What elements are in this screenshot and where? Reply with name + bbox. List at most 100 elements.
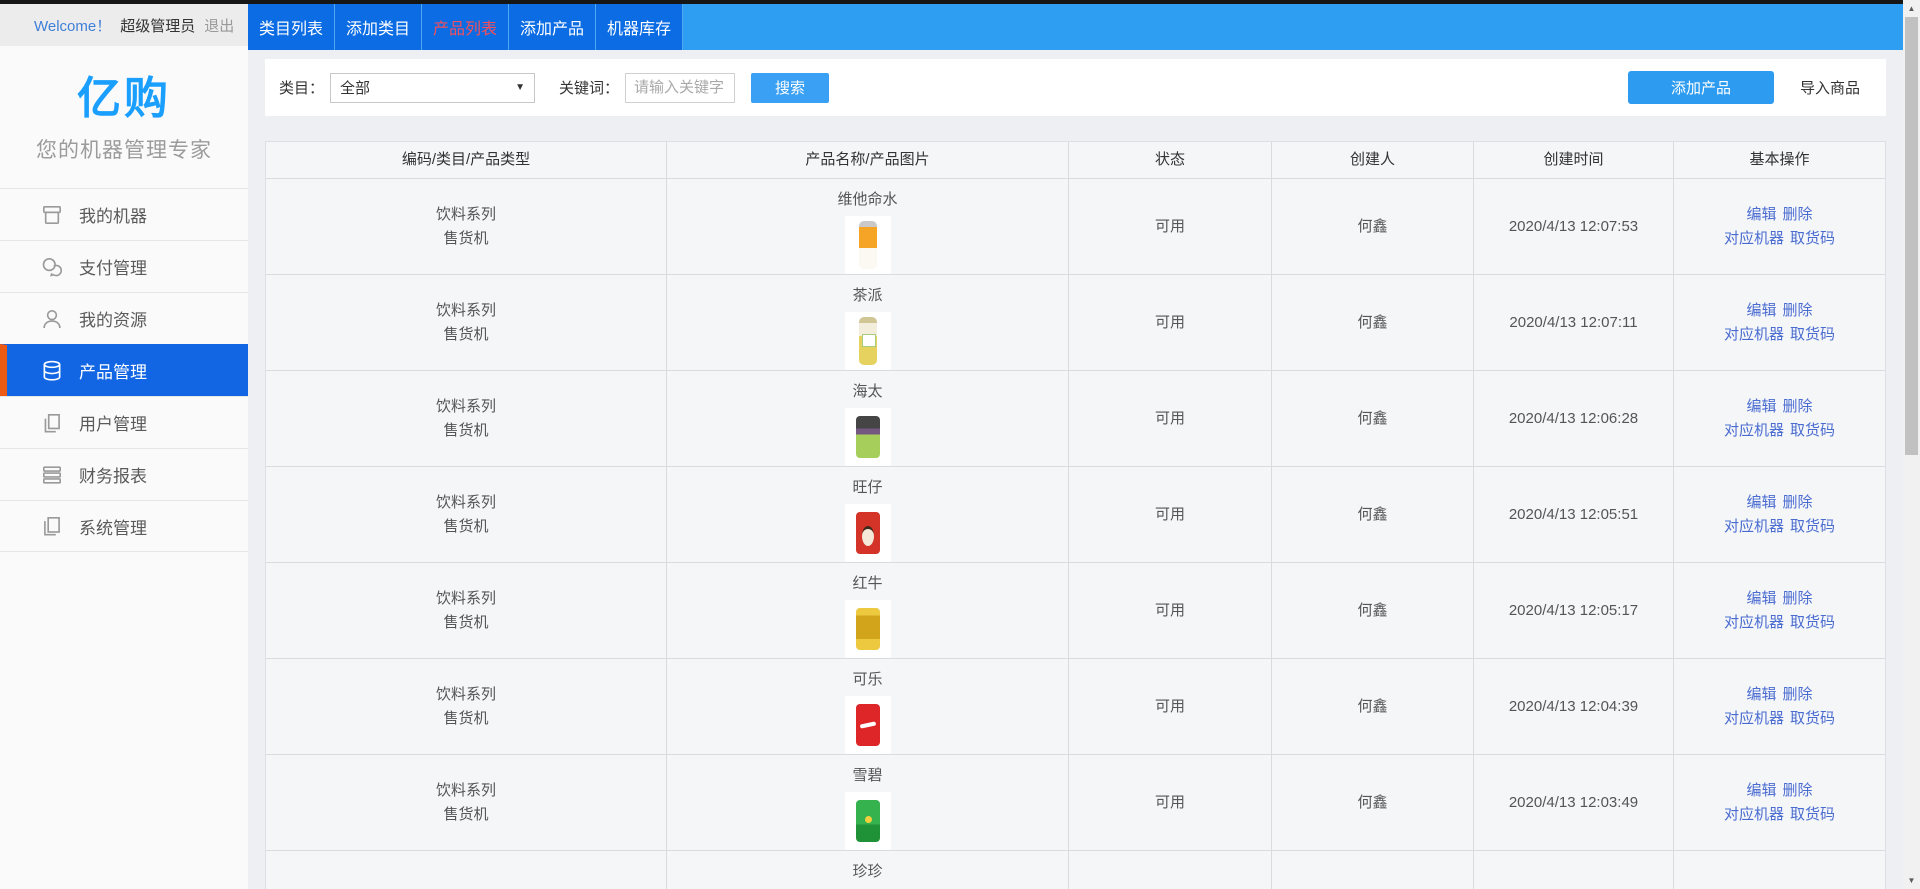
table-row: 饮料系列售货机 红牛 可用 何鑫 2020/4/13 12:05:17 编辑删除… — [266, 563, 1885, 659]
created-cell: 2020/4/13 12:07:53 — [1474, 179, 1674, 275]
sidebar-item-payments[interactable]: 支付管理 — [0, 240, 248, 292]
edit-link[interactable]: 编辑 — [1746, 590, 1776, 607]
row-actions: 编辑删除 对应机器取货码 — [1674, 371, 1885, 467]
search-button[interactable]: 搜索 — [751, 73, 829, 103]
tab-product-list[interactable]: 产品列表 — [422, 4, 509, 50]
creator-cell: 何鑫 — [1272, 659, 1474, 755]
bind-machine-link[interactable]: 对应机器 — [1724, 326, 1784, 343]
pickup-code-link[interactable]: 取货码 — [1790, 518, 1835, 535]
col-header: 创建人 — [1272, 142, 1474, 179]
product-image — [845, 312, 891, 370]
resource-icon — [40, 307, 64, 331]
delete-link[interactable]: 删除 — [1783, 590, 1813, 607]
table-row: 饮料系列售货机 海太 可用 何鑫 2020/4/13 12:06:28 编辑删除… — [266, 371, 1885, 467]
pickup-code-link[interactable]: 取货码 — [1790, 614, 1835, 631]
delete-link[interactable]: 删除 — [1783, 782, 1813, 799]
edit-link[interactable]: 编辑 — [1746, 302, 1776, 319]
app-slogan: 您的机器管理专家 — [0, 134, 248, 164]
app-logo: 亿购 — [0, 62, 248, 126]
edit-link[interactable]: 编辑 — [1746, 206, 1776, 223]
payment-icon — [40, 255, 64, 279]
main-area: 类目列表 添加类目 产品列表 添加产品 机器库存 类目： 全部 ▼ 关键词： 搜… — [248, 4, 1920, 889]
bind-machine-link[interactable]: 对应机器 — [1724, 806, 1784, 823]
category-label: 类目： — [279, 77, 324, 98]
pickup-code-link[interactable]: 取货码 — [1790, 806, 1835, 823]
bind-machine-link[interactable]: 对应机器 — [1724, 614, 1784, 631]
category-select[interactable]: 全部 ▼ — [330, 73, 535, 103]
sidebar-item-my-machines[interactable]: 我的机器 — [0, 188, 248, 240]
brand: 亿购 您的机器管理专家 — [0, 46, 248, 164]
scroll-down-icon[interactable]: ▼ — [1903, 872, 1920, 889]
product-image — [845, 408, 891, 466]
sidebar-item-products[interactable]: 产品管理 — [0, 344, 248, 396]
edit-link[interactable]: 编辑 — [1746, 398, 1776, 415]
delete-link[interactable]: 删除 — [1783, 398, 1813, 415]
table-row: 珍珍 — [266, 851, 1885, 889]
delete-link[interactable]: 删除 — [1783, 302, 1813, 319]
pickup-code-link[interactable]: 取货码 — [1790, 230, 1835, 247]
product-name: 雪碧 — [852, 764, 882, 788]
logout-link[interactable]: 退出 — [204, 15, 234, 36]
edit-link[interactable]: 编辑 — [1746, 494, 1776, 511]
bind-machine-link[interactable]: 对应机器 — [1724, 230, 1784, 247]
delete-link[interactable]: 删除 — [1783, 686, 1813, 703]
pickup-code-link[interactable]: 取货码 — [1790, 422, 1835, 439]
creator-cell: 何鑫 — [1272, 371, 1474, 467]
edit-link[interactable]: 编辑 — [1746, 782, 1776, 799]
col-header: 编码/类目/产品类型 — [266, 142, 667, 179]
product-image — [845, 792, 891, 850]
pickup-code-link[interactable]: 取货码 — [1790, 710, 1835, 727]
sidebar-item-my-resources[interactable]: 我的资源 — [0, 292, 248, 344]
col-header: 创建时间 — [1474, 142, 1674, 179]
sidebar-item-label: 产品管理 — [79, 358, 147, 383]
product-name: 可乐 — [852, 668, 882, 692]
user-bar: Welcome！ 超级管理员 退出 — [0, 4, 248, 46]
col-header: 基本操作 — [1674, 142, 1885, 179]
system-icon — [40, 514, 64, 538]
pickup-code-link[interactable]: 取货码 — [1790, 326, 1835, 343]
product-image — [845, 600, 891, 658]
delete-link[interactable]: 删除 — [1783, 494, 1813, 511]
edit-link[interactable]: 编辑 — [1746, 686, 1776, 703]
status-cell: 可用 — [1069, 467, 1272, 563]
import-products-link[interactable]: 导入商品 — [1800, 77, 1860, 98]
sidebar-item-label: 系统管理 — [79, 514, 147, 539]
sidebar-item-label: 用户管理 — [79, 410, 147, 435]
product-name: 维他命水 — [837, 188, 897, 212]
table-row: 饮料系列售货机 可乐 可用 何鑫 2020/4/13 12:04:39 编辑删除… — [266, 659, 1885, 755]
sidebar-item-system[interactable]: 系统管理 — [0, 500, 248, 552]
scrollbar-thumb[interactable] — [1905, 17, 1918, 455]
created-cell: 2020/4/13 12:07:11 — [1474, 275, 1674, 371]
sidebar-item-label: 财务报表 — [79, 462, 147, 487]
chevron-down-icon: ▼ — [515, 82, 525, 93]
creator-cell: 何鑫 — [1272, 275, 1474, 371]
sidebar-menu: 我的机器 支付管理 我的资源 产品管理 — [0, 188, 248, 552]
row-actions: 编辑删除 对应机器取货码 — [1674, 467, 1885, 563]
product-name: 红牛 — [852, 572, 882, 596]
tab-add-category[interactable]: 添加类目 — [335, 4, 422, 50]
scroll-up-icon[interactable]: ▲ — [1903, 0, 1920, 17]
page-scrollbar[interactable]: ▲ ▼ — [1903, 0, 1920, 889]
product-image — [845, 216, 891, 274]
product-icon — [40, 359, 64, 383]
category-select-value: 全部 — [340, 77, 370, 98]
creator-cell: 何鑫 — [1272, 179, 1474, 275]
sidebar-item-reports[interactable]: 财务报表 — [0, 448, 248, 500]
bind-machine-link[interactable]: 对应机器 — [1724, 422, 1784, 439]
bind-machine-link[interactable]: 对应机器 — [1724, 518, 1784, 535]
created-cell: 2020/4/13 12:03:49 — [1474, 755, 1674, 851]
bind-machine-link[interactable]: 对应机器 — [1724, 710, 1784, 727]
creator-cell: 何鑫 — [1272, 467, 1474, 563]
sidebar-item-users[interactable]: 用户管理 — [0, 396, 248, 448]
add-product-button[interactable]: 添加产品 — [1628, 71, 1774, 104]
tab-add-product[interactable]: 添加产品 — [509, 4, 596, 50]
keyword-input[interactable] — [625, 73, 735, 103]
keyword-label: 关键词： — [559, 77, 619, 98]
product-name: 海太 — [852, 380, 882, 404]
tab-machine-stock[interactable]: 机器库存 — [596, 4, 683, 50]
products-table: 编码/类目/产品类型 产品名称/产品图片 状态 创建人 创建时间 基本操作 饮料… — [265, 141, 1886, 889]
content: 类目： 全部 ▼ 关键词： 搜索 添加产品 导入商品 编码/类目/产品类型 产 — [248, 50, 1920, 889]
tab-category-list[interactable]: 类目列表 — [248, 4, 335, 50]
delete-link[interactable]: 删除 — [1783, 206, 1813, 223]
sidebar: Welcome！ 超级管理员 退出 亿购 您的机器管理专家 我的机器 支付管理 — [0, 4, 248, 889]
